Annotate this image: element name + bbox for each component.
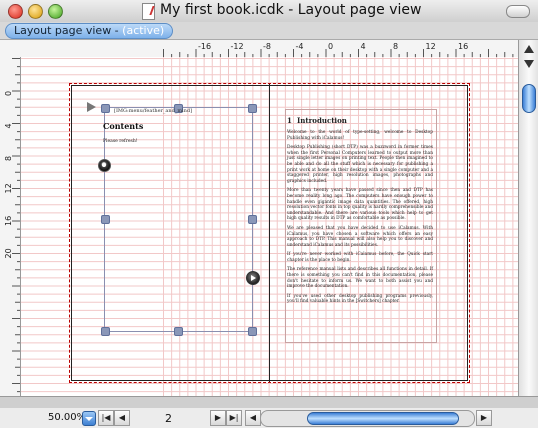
contents-heading: Contents: [103, 121, 144, 131]
layout-workspace[interactable]: [IMG:menu/feather_and_mind] Contents Ple…: [21, 57, 518, 396]
frame-link-in-icon[interactable]: [98, 159, 111, 172]
horizontal-ruler[interactable]: -16 -12 -8 -4 0 4 8 12 16: [0, 40, 518, 58]
frame-resize-handle[interactable]: [101, 215, 110, 224]
introduction-text: 1 Introduction Welcome to the world of ty…: [287, 112, 433, 309]
chapter-number: 1: [287, 116, 292, 125]
toolbar-toggle-button[interactable]: [506, 5, 530, 18]
chapter-heading: 1 Introduction: [287, 116, 433, 125]
vertical-scrollbar[interactable]: [518, 40, 538, 396]
ruler-label: -16: [198, 42, 211, 51]
ruler-label: 0: [4, 91, 13, 96]
intro-paragraph: If you're never worked with iCalamus bef…: [287, 252, 433, 263]
ruler-label: 12: [4, 183, 13, 193]
status-bar: 50.00% |◀ ◀ 2 ▶ ▶| ◀ ▶: [0, 408, 538, 428]
frame-link-arrow-icon[interactable]: [87, 102, 96, 112]
vertical-ruler[interactable]: 0 4 8 12 16 20: [0, 57, 21, 396]
image-placeholder-label: [IMG:menu/feather_and_mind]: [114, 108, 193, 114]
tab-label: Layout page view -: [14, 24, 123, 37]
ruler-label: 8: [4, 156, 13, 161]
tab-active-status: (active): [122, 24, 165, 37]
ruler-label: -12: [231, 42, 244, 51]
tab-layout-page-view[interactable]: Layout page view - (active): [5, 23, 174, 39]
vertical-scroll-thumb[interactable]: [522, 84, 536, 113]
frame-resize-handle[interactable]: [174, 327, 183, 336]
ruler-label: 0: [328, 42, 333, 51]
close-window-button[interactable]: [8, 4, 23, 19]
ruler-label: -8: [263, 42, 271, 51]
next-page-button[interactable]: ▶: [210, 410, 226, 426]
frame-resize-handle[interactable]: [101, 104, 110, 113]
scroll-down-button[interactable]: [519, 57, 538, 71]
frame-link-out-icon[interactable]: [246, 271, 260, 285]
frame-resize-handle[interactable]: [101, 327, 110, 336]
refresh-note: Please refresh!: [103, 139, 138, 144]
ruler-label: -4: [296, 42, 304, 51]
ruler-label: 8: [393, 42, 398, 51]
frame-resize-handle[interactable]: [248, 215, 257, 224]
ruler-label: 16: [458, 42, 468, 51]
frame-resize-handle[interactable]: [248, 104, 257, 113]
minimize-window-button[interactable]: [28, 4, 43, 19]
window-titlebar: My first book.icdk - Layout page view: [0, 0, 538, 23]
zoom-dropdown-button[interactable]: [82, 411, 96, 426]
ruler-label: 4: [4, 123, 13, 128]
horizontal-ruler-ticks: -16 -12 -8 -4 0 4 8 12 16: [163, 42, 514, 57]
scroll-left-button[interactable]: ◀: [245, 410, 261, 426]
window-title: My first book.icdk - Layout page view: [160, 2, 422, 18]
ruler-label: 4: [361, 42, 366, 51]
ruler-label: 16: [4, 216, 13, 226]
intro-paragraph: Welcome to the world of type-setting, we…: [287, 130, 433, 141]
scroll-up-icon[interactable]: [524, 45, 534, 53]
chapter-title: Introduction: [297, 116, 347, 125]
ruler-label: 12: [426, 42, 436, 51]
zoom-level[interactable]: 50.00%: [48, 412, 86, 423]
intro-paragraph: If you've used other desktop publishing …: [287, 293, 433, 305]
horizontal-scroll-thumb[interactable]: [307, 412, 459, 425]
horizontal-scrollbar[interactable]: [260, 410, 475, 427]
frame-resize-handle[interactable]: [248, 327, 257, 336]
ruler-label: 20: [4, 248, 13, 258]
intro-paragraph: The reference manual lists and describes…: [287, 267, 433, 290]
first-page-button[interactable]: |◀: [98, 410, 114, 426]
last-page-button[interactable]: ▶|: [226, 410, 242, 426]
page-spine: [269, 84, 270, 382]
intro-paragraph: We are pleased that you have decided to …: [287, 225, 433, 248]
page-spread[interactable]: [IMG:menu/feather_and_mind] Contents Ple…: [69, 83, 470, 383]
scroll-right-button[interactable]: ▶: [476, 410, 492, 426]
intro-paragraph: Desktop Publishing (short DTP) was a buz…: [287, 145, 433, 184]
previous-page-button[interactable]: ◀: [114, 410, 130, 426]
vertical-ruler-ticks: 0 4 8 12 16 20: [4, 58, 20, 393]
zoom-window-button[interactable]: [48, 4, 63, 19]
intro-paragraph: More than twenty years have passed since…: [287, 188, 433, 222]
document-icon: [142, 3, 155, 20]
view-tab-strip: Layout page view - (active): [0, 22, 538, 40]
page-number[interactable]: 2: [165, 412, 172, 425]
